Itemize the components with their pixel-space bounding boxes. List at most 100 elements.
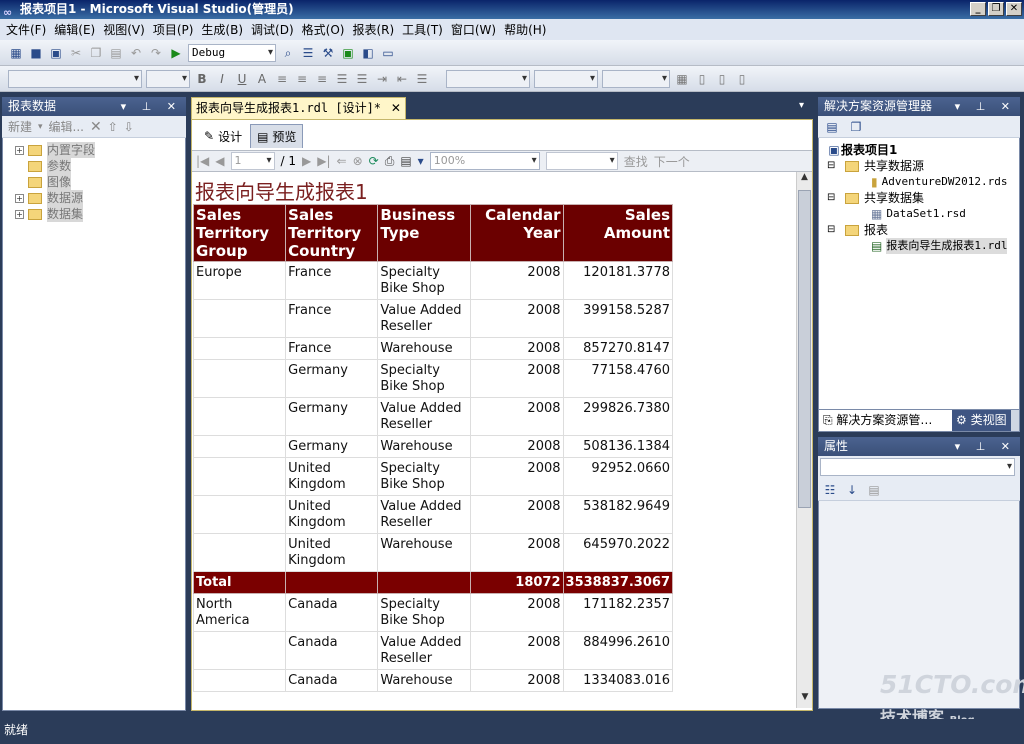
underline-icon[interactable]: U: [234, 71, 250, 87]
find-button[interactable]: 查找: [624, 153, 648, 170]
object-selector-dropdown[interactable]: [820, 458, 1015, 476]
tools-icon[interactable]: ⚒: [320, 45, 336, 61]
bold-icon[interactable]: B: [194, 71, 210, 87]
solution-config-dropdown[interactable]: Debug: [188, 43, 276, 62]
align-right-icon[interactable]: ≡: [314, 71, 330, 87]
menu-item[interactable]: 项目(P): [153, 21, 202, 38]
restore-button[interactable]: ❐: [988, 2, 1004, 16]
properties-icon[interactable]: ☰: [300, 45, 316, 61]
align-left-icon[interactable]: ≡: [274, 71, 290, 87]
tree-item-datasources[interactable]: + 数据源: [15, 190, 185, 206]
tree-item-reports[interactable]: ⊟ 报表: [827, 222, 1019, 238]
panel-pin-close-icon[interactable]: ▾ ⊥ ✕: [121, 97, 182, 116]
collapse-icon[interactable]: ⊟: [827, 222, 845, 238]
italic-icon[interactable]: I: [214, 71, 230, 87]
tree-item-report-file[interactable]: ▤ 报表向导生成报表1.rdl: [827, 238, 1019, 254]
tree-item-datasource-file[interactable]: ▮ AdventureDW2012.rds: [827, 174, 1019, 190]
expand-icon[interactable]: +: [15, 209, 24, 219]
next-page-icon[interactable]: ▶: [302, 154, 311, 168]
tree-item-dataset-file[interactable]: ▦ DataSet1.rsd: [827, 206, 1019, 222]
menu-item[interactable]: 帮助(H): [504, 21, 554, 38]
tree-item-parameters[interactable]: 参数: [15, 158, 185, 174]
menu-item[interactable]: 调试(D): [251, 21, 302, 38]
collapse-icon[interactable]: ⊟: [827, 190, 845, 206]
style-dropdown-2[interactable]: [534, 69, 598, 88]
first-page-icon[interactable]: |◀: [196, 154, 209, 168]
move-up-icon[interactable]: ⇧: [108, 120, 118, 134]
property-pages-icon[interactable]: ▤: [866, 482, 882, 498]
find-next-button[interactable]: 下一个: [654, 153, 690, 170]
print-layout-icon[interactable]: ▤: [400, 154, 411, 168]
font-name-dropdown[interactable]: [8, 69, 142, 88]
find-input[interactable]: [545, 152, 618, 170]
format-icon[interactable]: ☰: [414, 71, 430, 87]
undo-icon[interactable]: ↶: [128, 45, 144, 61]
last-page-icon[interactable]: ▶|: [317, 154, 330, 168]
refresh-icon[interactable]: ⟳: [369, 154, 379, 168]
print-icon[interactable]: ⎙: [385, 154, 395, 169]
cut-icon[interactable]: ✂: [68, 45, 84, 61]
paste-icon[interactable]: ▤: [108, 45, 124, 61]
border-icon[interactable]: ▦: [674, 71, 690, 87]
menu-item[interactable]: 工具(T): [402, 21, 451, 38]
menu-item[interactable]: 窗口(W): [451, 21, 504, 38]
menu-item[interactable]: 视图(V): [103, 21, 153, 38]
list2-icon[interactable]: ☰: [354, 71, 370, 87]
tree-item-project[interactable]: ▣ 报表项目1: [827, 142, 1019, 158]
layout3-icon[interactable]: ▯: [734, 71, 750, 87]
back-icon[interactable]: ⇐: [337, 154, 347, 168]
toolbox-icon[interactable]: ▣: [340, 45, 356, 61]
expand-icon[interactable]: +: [15, 145, 24, 155]
tab-preview[interactable]: ▤ 预览: [250, 124, 304, 148]
panel-pin-close-icon[interactable]: ▾ ⊥ ✕: [955, 97, 1016, 116]
menu-item[interactable]: 生成(B): [201, 21, 251, 38]
delete-icon[interactable]: ✕: [90, 119, 102, 135]
start-debug-icon[interactable]: ▶: [168, 45, 184, 61]
close-button[interactable]: ✕: [1006, 2, 1022, 16]
minimize-button[interactable]: _: [970, 2, 986, 16]
categorized-icon[interactable]: ☷: [822, 482, 838, 498]
outdent-icon[interactable]: ⇤: [394, 71, 410, 87]
vertical-scrollbar[interactable]: ▲ ▼: [796, 172, 812, 708]
tree-item-datasets[interactable]: + 数据集: [15, 206, 185, 222]
save-all-icon[interactable]: ▣: [48, 45, 64, 61]
collapse-icon[interactable]: ⊟: [827, 158, 845, 174]
menu-item[interactable]: 格式(O): [302, 21, 353, 38]
redo-icon[interactable]: ↷: [148, 45, 164, 61]
document-tab[interactable]: 报表向导生成报表1.rdl [设计]* ✕: [191, 97, 406, 119]
alphabetical-icon[interactable]: ↓: [844, 482, 860, 498]
panel-pin-close-icon[interactable]: ▾ ⊥ ✕: [955, 437, 1016, 456]
scroll-down-icon[interactable]: ▼: [797, 692, 812, 708]
tree-item-images[interactable]: 图像: [15, 174, 185, 190]
tab-class-view[interactable]: ⚙ 类视图: [952, 410, 1011, 431]
layout-icon[interactable]: ▯: [694, 71, 710, 87]
align-center-icon[interactable]: ≡: [294, 71, 310, 87]
save-icon[interactable]: ■: [28, 45, 44, 61]
find-icon[interactable]: ⌕: [280, 45, 296, 61]
edit-button[interactable]: 编辑...: [49, 118, 84, 135]
style-dropdown-3[interactable]: [602, 69, 670, 88]
tab-list-icon[interactable]: ▾: [799, 100, 804, 111]
scroll-up-icon[interactable]: ▲: [797, 172, 812, 188]
tab-solution-explorer[interactable]: ⎘ 解决方案资源管…: [819, 410, 952, 431]
extension-icon[interactable]: ◧: [360, 45, 376, 61]
move-down-icon[interactable]: ⇩: [124, 120, 134, 134]
new-project-icon[interactable]: ▦: [8, 45, 24, 61]
tab-design[interactable]: ✎ 设计: [198, 124, 248, 148]
prev-page-icon[interactable]: ◀: [215, 154, 224, 168]
copy-icon[interactable]: ❐: [88, 45, 104, 61]
menu-item[interactable]: 报表(R): [352, 21, 402, 38]
new-button[interactable]: 新建: [8, 118, 32, 135]
menu-item[interactable]: 编辑(E): [54, 21, 103, 38]
expand-icon[interactable]: +: [15, 193, 24, 203]
zoom-dropdown[interactable]: 100%: [429, 152, 540, 170]
style-dropdown-1[interactable]: [446, 69, 530, 88]
font-color-icon[interactable]: A: [254, 71, 270, 87]
font-size-dropdown[interactable]: [146, 69, 190, 88]
show-all-files-icon[interactable]: ❐: [848, 119, 864, 135]
window-icon[interactable]: ▭: [380, 45, 396, 61]
tree-item-shared-datasources[interactable]: ⊟ 共享数据源: [827, 158, 1019, 174]
layout2-icon[interactable]: ▯: [714, 71, 730, 87]
close-tab-icon[interactable]: ✕: [391, 101, 401, 115]
list-icon[interactable]: ☰: [334, 71, 350, 87]
